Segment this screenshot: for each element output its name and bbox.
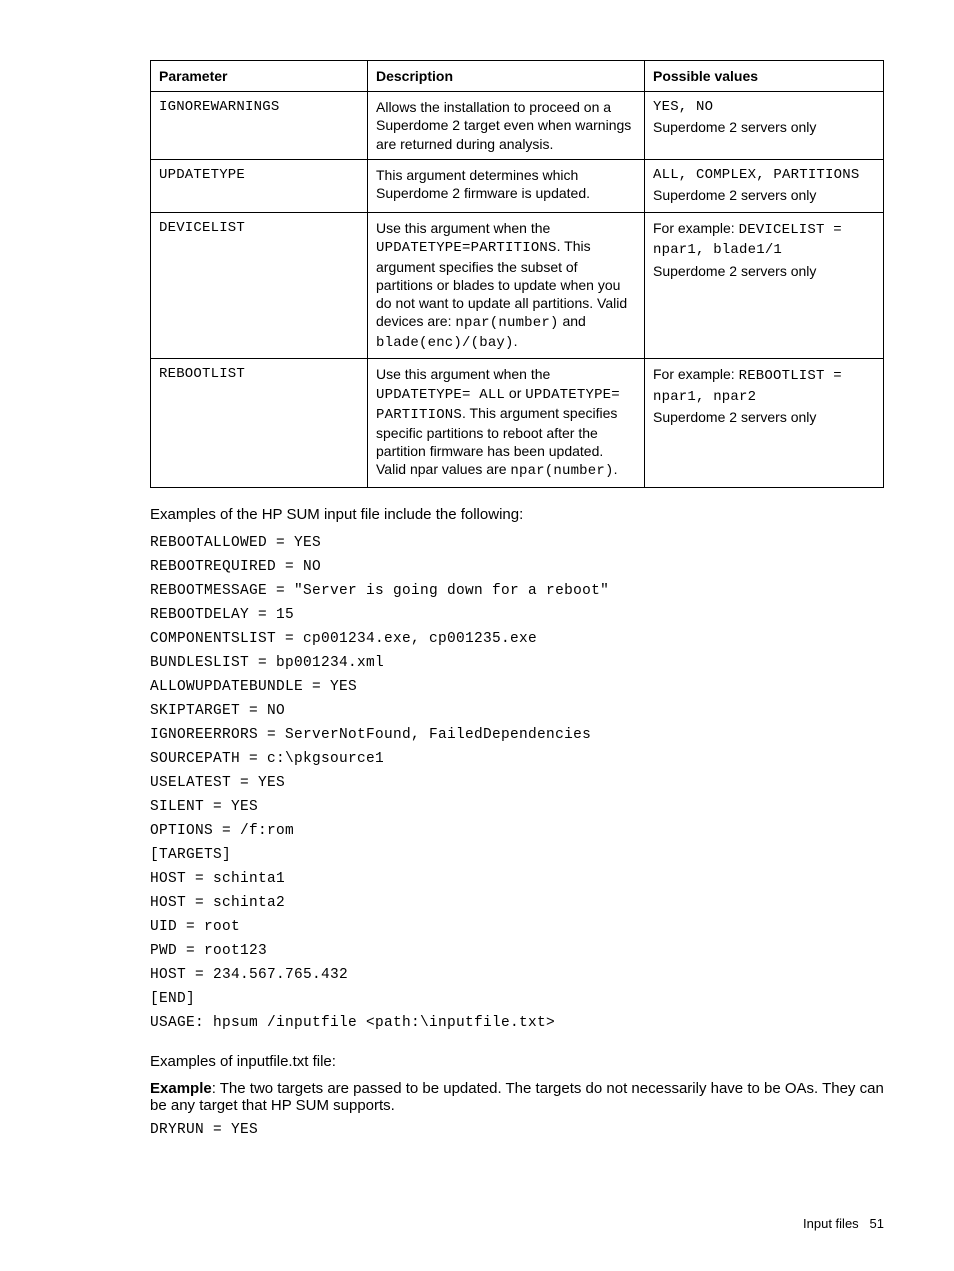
code-line: SOURCEPATH = c:\pkgsource1	[150, 747, 884, 771]
param-name: UPDATETYPE	[151, 159, 368, 212]
desc-text: Use this argument when the	[376, 220, 550, 236]
col-header-possible-values: Possible values	[645, 61, 884, 92]
code-line: OPTIONS = /f:rom	[150, 819, 884, 843]
pv-text: Superdome 2 servers only	[653, 262, 875, 280]
desc-code: UPDATETYPE=PARTITIONS	[376, 240, 557, 256]
code-block: REBOOTALLOWED = YES REBOOTREQUIRED = NO …	[150, 531, 884, 1035]
code-line: HOST = schinta2	[150, 891, 884, 915]
parameter-table: Parameter Description Possible values IG…	[150, 60, 884, 488]
code-line: UID = root	[150, 915, 884, 939]
code-line: BUNDLESLIST = bp001234.xml	[150, 651, 884, 675]
param-description: Allows the installation to proceed on a …	[368, 92, 645, 160]
footer-page-number: 51	[870, 1216, 884, 1231]
param-possible-values: YES, NO Superdome 2 servers only	[645, 92, 884, 160]
desc-code: blade(enc)/(bay)	[376, 335, 514, 351]
page-footer: Input files 51	[803, 1216, 884, 1231]
desc-text: and	[559, 313, 586, 329]
param-name: DEVICELIST	[151, 213, 368, 359]
desc-text: .	[614, 461, 618, 477]
table-row: DEVICELIST Use this argument when the UP…	[151, 213, 884, 359]
code-line: SILENT = YES	[150, 795, 884, 819]
examples-label: Examples of inputfile.txt file:	[150, 1053, 884, 1070]
code-line: REBOOTREQUIRED = NO	[150, 555, 884, 579]
desc-text: or	[505, 385, 525, 401]
code-line: DRYRUN = YES	[150, 1122, 884, 1138]
pv-example: For example: REBOOTLIST = npar1, npar2	[653, 365, 875, 405]
desc-text: Use this argument when the	[376, 366, 550, 382]
param-description: Use this argument when the UPDATETYPE=PA…	[368, 213, 645, 359]
footer-section-label: Input files	[803, 1216, 859, 1231]
pv-prefix: For example:	[653, 220, 739, 236]
pv-example: For example: DEVICELIST = npar1, blade1/…	[653, 219, 875, 259]
pv-text: Superdome 2 servers only	[653, 186, 875, 204]
code-line: [END]	[150, 987, 884, 1011]
pv-code: ALL, COMPLEX, PARTITIONS	[653, 166, 875, 184]
code-line: ALLOWUPDATEBUNDLE = YES	[150, 675, 884, 699]
col-header-description: Description	[368, 61, 645, 92]
pv-text: Superdome 2 servers only	[653, 408, 875, 426]
pv-code: YES, NO	[653, 98, 875, 116]
param-possible-values: ALL, COMPLEX, PARTITIONS Superdome 2 ser…	[645, 159, 884, 212]
code-line: REBOOTALLOWED = YES	[150, 531, 884, 555]
param-name: IGNOREWARNINGS	[151, 92, 368, 160]
code-line: REBOOTDELAY = 15	[150, 603, 884, 627]
table-row: REBOOTLIST Use this argument when the UP…	[151, 359, 884, 487]
desc-text: .	[514, 333, 518, 349]
desc-code: npar(number)	[510, 463, 613, 479]
code-line: HOST = 234.567.765.432	[150, 963, 884, 987]
example-text: : The two targets are passed to be updat…	[150, 1080, 884, 1114]
code-line: [TARGETS]	[150, 843, 884, 867]
param-description: Use this argument when the UPDATETYPE= A…	[368, 359, 645, 487]
param-possible-values: For example: DEVICELIST = npar1, blade1/…	[645, 213, 884, 359]
intro-text: Examples of the HP SUM input file includ…	[150, 506, 884, 523]
code-line: IGNOREERRORS = ServerNotFound, FailedDep…	[150, 723, 884, 747]
example-bold-label: Example	[150, 1080, 212, 1097]
table-header-row: Parameter Description Possible values	[151, 61, 884, 92]
col-header-parameter: Parameter	[151, 61, 368, 92]
example-paragraph: Example: The two targets are passed to b…	[150, 1080, 884, 1114]
desc-code: UPDATETYPE= ALL	[376, 387, 505, 403]
code-line: PWD = root123	[150, 939, 884, 963]
code-line: HOST = schinta1	[150, 867, 884, 891]
param-possible-values: For example: REBOOTLIST = npar1, npar2 S…	[645, 359, 884, 487]
code-line: COMPONENTSLIST = cp001234.exe, cp001235.…	[150, 627, 884, 651]
code-line: USELATEST = YES	[150, 771, 884, 795]
desc-code: npar(number)	[455, 315, 558, 331]
table-row: IGNOREWARNINGS Allows the installation t…	[151, 92, 884, 160]
code-line: REBOOTMESSAGE = "Server is going down fo…	[150, 579, 884, 603]
pv-prefix: For example:	[653, 366, 739, 382]
document-page: Parameter Description Possible values IG…	[0, 0, 954, 1271]
param-description: This argument determines which Superdome…	[368, 159, 645, 212]
pv-text: Superdome 2 servers only	[653, 118, 875, 136]
code-line: SKIPTARGET = NO	[150, 699, 884, 723]
code-line: USAGE: hpsum /inputfile <path:\inputfile…	[150, 1011, 884, 1035]
table-row: UPDATETYPE This argument determines whic…	[151, 159, 884, 212]
param-name: REBOOTLIST	[151, 359, 368, 487]
